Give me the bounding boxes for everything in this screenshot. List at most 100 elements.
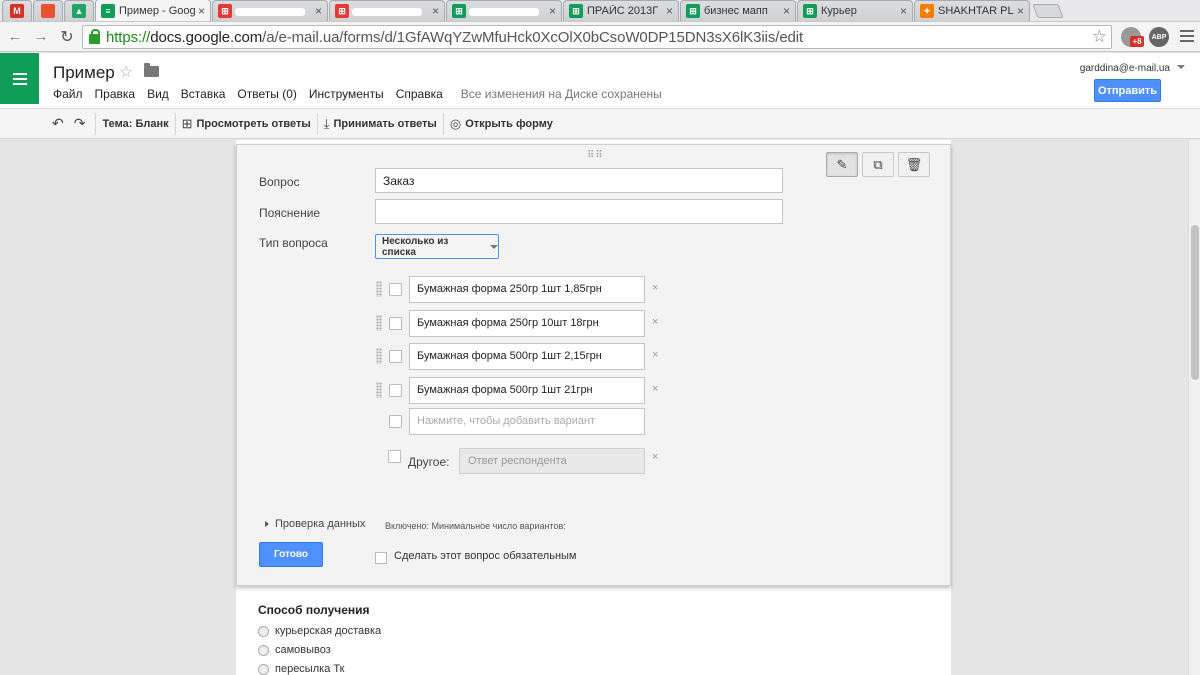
notification-badge: +8 — [1130, 36, 1144, 47]
question-type-value: Несколько из списка — [382, 235, 449, 258]
required-label[interactable]: Сделать этот вопрос обязательным — [394, 550, 577, 562]
account-email[interactable]: garddina@e-mail.ua — [1080, 63, 1170, 74]
url-scheme: https:// — [106, 28, 151, 46]
bookmark-star-icon[interactable]: ☆ — [1092, 27, 1107, 47]
form-action-bar: ↶ ↷ Тема: Бланк ⊞ Просмотреть ответы ⤓ П… — [0, 108, 1200, 139]
adblock-icon[interactable]: ABP — [1149, 27, 1169, 47]
url-text: https://docs.google.com/a/e-mail.ua/form… — [106, 29, 803, 46]
menu-item[interactable]: Файл — [53, 87, 83, 101]
browser-tab[interactable]: ⊞ × — [212, 0, 328, 21]
option-input[interactable]: Бумажная форма 250гр 10шт 18грн — [409, 310, 645, 337]
send-button[interactable]: Отправить — [1094, 79, 1161, 102]
shop-icon: ⊞ — [335, 4, 349, 18]
remove-option-icon[interactable]: × — [652, 349, 658, 361]
duplicate-icon[interactable]: ⧉ — [862, 152, 894, 177]
question-title-input[interactable]: Заказ — [375, 168, 783, 193]
url-path: /a/e-mail.ua/forms/d/1GfAWqYZwMfuHck0XcO… — [262, 28, 804, 46]
sheets-icon: ⊞ — [452, 4, 466, 18]
accept-responses-button[interactable]: ⤓ Принимать ответы — [318, 108, 443, 139]
browser-tab[interactable]: ✦ SHAKHTAR PL × — [914, 0, 1030, 21]
gmail-icon: M — [10, 4, 24, 18]
close-tab-icon[interactable]: × — [198, 4, 205, 18]
browser-tab[interactable]: M — [2, 0, 32, 21]
account-caret-icon[interactable] — [1177, 65, 1185, 69]
option-input[interactable]: Бумажная форма 250гр 1шт 1,85грн — [409, 276, 645, 303]
new-tab-button[interactable] — [1032, 4, 1064, 18]
menu-item[interactable]: Вставка — [181, 87, 226, 101]
close-tab-icon[interactable]: × — [549, 4, 556, 18]
address-bar[interactable]: https://docs.google.com/a/e-mail.ua/form… — [82, 25, 1112, 49]
undo-icon[interactable]: ↶ — [52, 115, 64, 132]
menu-item[interactable]: Вид — [147, 87, 169, 101]
browser-tab[interactable]: ⊞ ПРАЙС 2013Г × — [563, 0, 679, 21]
open-form-label: Открыть форму — [465, 117, 553, 130]
close-tab-icon[interactable]: × — [783, 4, 790, 18]
star-icon[interactable]: ☆ — [119, 62, 133, 82]
lock-icon — [89, 28, 100, 44]
remove-option-icon[interactable]: × — [652, 282, 658, 294]
folder-icon[interactable] — [144, 63, 159, 77]
next-question-title[interactable]: Способ получения — [258, 603, 370, 617]
close-tab-icon[interactable]: × — [315, 4, 322, 18]
doc-title[interactable]: Пример — [53, 63, 115, 83]
data-validation-toggle[interactable]: Проверка данных — [265, 518, 365, 530]
close-tab-icon[interactable]: × — [666, 4, 673, 18]
forms-app-icon[interactable] — [0, 53, 39, 104]
download-tray-icon: ⤓ — [323, 115, 330, 131]
menu-item[interactable]: Ответы (0) — [237, 87, 296, 101]
browser-menu-icon[interactable] — [1180, 30, 1194, 45]
back-icon[interactable]: ← — [4, 28, 26, 45]
page-scrollbar[interactable] — [1188, 140, 1200, 675]
drag-handle-icon[interactable] — [376, 315, 382, 331]
accept-responses-label: Принимать ответы — [333, 117, 437, 130]
option-input[interactable]: Бумажная форма 500гр 1шт 2,15грн — [409, 343, 645, 370]
theme-button[interactable]: Тема: Бланк — [96, 108, 174, 139]
radio-button[interactable] — [258, 644, 269, 656]
option-input[interactable]: Бумажная форма 500гр 1шт 21грн — [409, 377, 645, 404]
drag-handle-icon[interactable] — [376, 348, 382, 364]
drag-handle-icon[interactable] — [376, 382, 382, 398]
radio-option[interactable]: самовывоз — [258, 644, 331, 656]
done-button[interactable]: Готово — [259, 542, 323, 567]
radio-button[interactable] — [258, 663, 269, 675]
open-form-button[interactable]: ◎ Открыть форму — [444, 108, 559, 139]
remove-option-icon[interactable]: × — [652, 316, 658, 328]
remove-other-icon[interactable]: × — [652, 451, 658, 463]
drag-handle-icon[interactable] — [376, 281, 382, 297]
remove-option-icon[interactable]: × — [652, 383, 658, 395]
radio-button[interactable] — [258, 625, 269, 637]
browser-toolbar: ← → ↻ https://docs.google.com/a/e-mail.u… — [0, 22, 1200, 52]
redo-icon[interactable]: ↷ — [74, 115, 86, 132]
radio-option[interactable]: курьерская доставка — [258, 625, 381, 637]
view-responses-button[interactable]: ⊞ Просмотреть ответы — [176, 108, 317, 139]
required-checkbox[interactable] — [375, 552, 387, 564]
forward-icon[interactable]: → — [30, 28, 52, 45]
menu-item[interactable]: Правка — [95, 87, 136, 101]
scroll-thumb[interactable] — [1191, 225, 1199, 380]
browser-tab[interactable]: ⊞ × — [446, 0, 562, 21]
browser-tab[interactable]: ⊞ бизнес мапп × — [680, 0, 796, 21]
close-tab-icon[interactable]: × — [432, 4, 439, 18]
add-option-input[interactable]: Нажмите, чтобы добавить вариант — [409, 408, 645, 435]
save-status: Все изменения на Диске сохранены — [460, 87, 662, 101]
radio-option[interactable]: пересылка Тк — [258, 663, 344, 675]
menu-item[interactable]: Справка — [396, 87, 443, 101]
drag-handle-icon[interactable]: ⠿⠿ — [587, 150, 604, 161]
close-tab-icon[interactable]: × — [1017, 4, 1024, 18]
close-tab-icon[interactable]: × — [900, 4, 907, 18]
option-checkbox — [389, 317, 402, 330]
browser-tab[interactable]: ⊞ × — [329, 0, 445, 21]
browser-tab[interactable]: ⊞ Курьер × — [797, 0, 913, 21]
browser-tab[interactable]: ≡ Пример - Goog × — [95, 0, 211, 21]
question-type-select[interactable]: Несколько из списка — [375, 234, 499, 259]
browser-tab[interactable]: ▲ — [64, 0, 94, 21]
help-text-input[interactable] — [375, 199, 783, 224]
reload-icon[interactable]: ↻ — [56, 27, 78, 47]
tab-label: Курьер — [821, 5, 857, 17]
menu-item[interactable]: Инструменты — [309, 87, 384, 101]
sheets-icon: ⊞ — [569, 4, 583, 18]
option-checkbox — [389, 350, 402, 363]
edit-pencil-icon[interactable]: ✎ — [826, 152, 858, 177]
browser-tab[interactable] — [33, 0, 63, 21]
delete-trash-icon[interactable]: 🗑 — [898, 152, 930, 177]
